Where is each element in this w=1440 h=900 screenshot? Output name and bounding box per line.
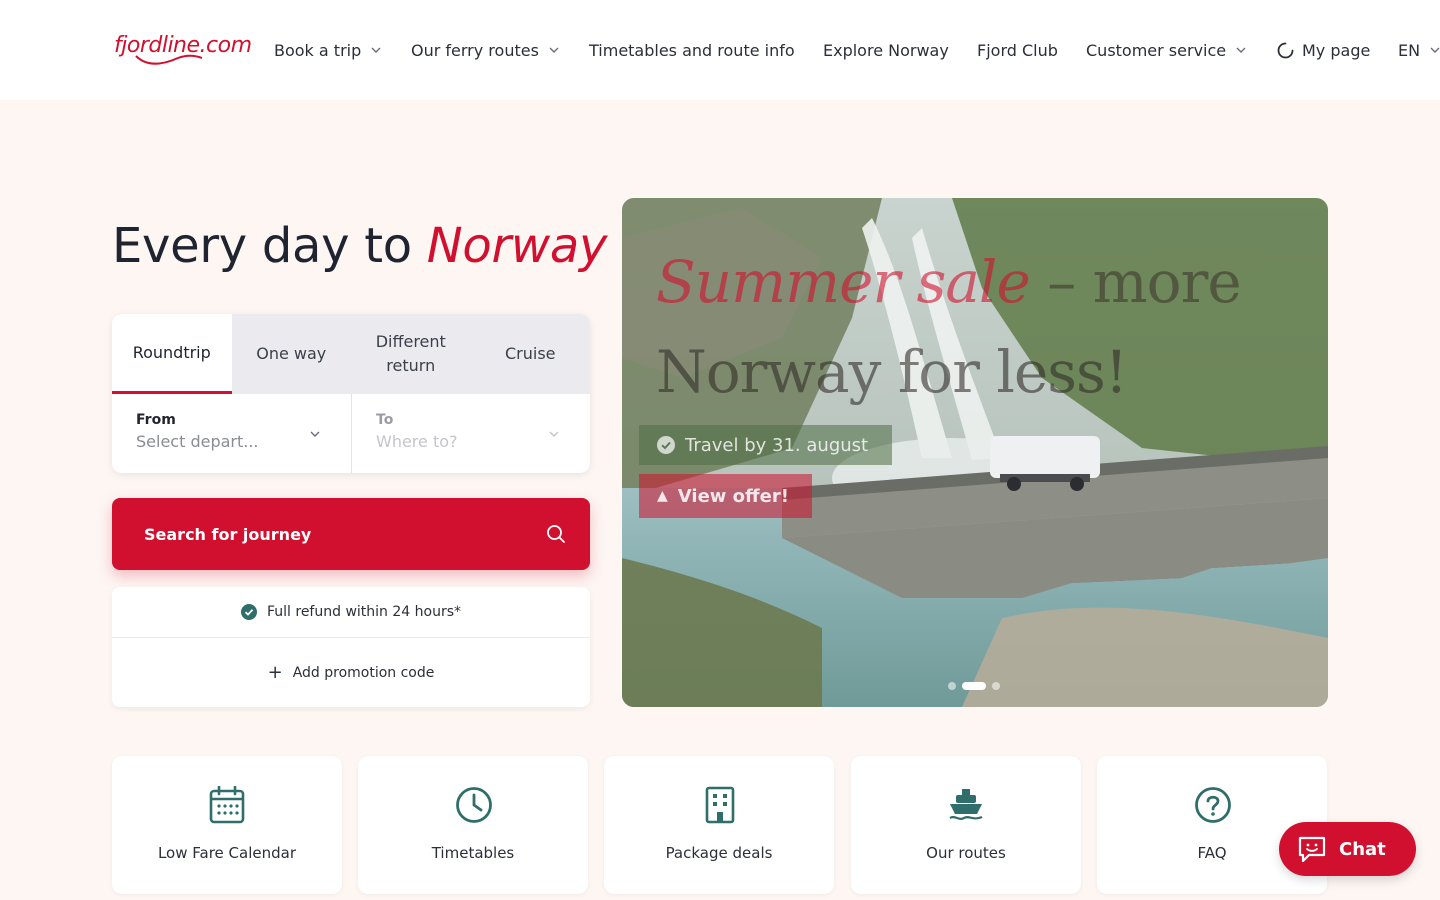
building-icon xyxy=(705,786,735,824)
add-promo-code-button[interactable]: + Add promotion code xyxy=(112,639,590,707)
language-label: EN xyxy=(1398,40,1421,60)
quick-link-package-deals[interactable]: Package deals xyxy=(604,756,834,894)
quick-link-our-routes[interactable]: Our routes xyxy=(851,756,1081,894)
nav-timetables[interactable]: Timetables and route info xyxy=(589,38,795,62)
loading-spinner-icon xyxy=(1277,42,1294,58)
refund-info: Full refund within 24 hours* xyxy=(112,587,590,638)
promo-title: Summer sale – more xyxy=(656,248,1242,316)
from-placeholder: Select depart... xyxy=(136,432,259,451)
quick-link-label: Timetables xyxy=(431,844,515,862)
booking-extras: Full refund within 24 hours* + Add promo… xyxy=(112,587,590,707)
hero-title-highlight: Norway xyxy=(426,218,608,274)
language-selector[interactable]: EN xyxy=(1398,38,1440,62)
chevron-down-icon xyxy=(1236,47,1246,53)
quick-link-low-fare-calendar[interactable]: Low Fare Calendar xyxy=(112,756,342,894)
nav-our-ferry-routes[interactable]: Our ferry routes xyxy=(411,38,559,62)
refund-text: Full refund within 24 hours* xyxy=(266,604,461,620)
clock-icon xyxy=(456,787,492,823)
tab-one-way[interactable]: One way xyxy=(232,314,352,394)
nav-fjord-club[interactable]: Fjord Club xyxy=(977,38,1058,62)
chevron-down-icon xyxy=(310,431,320,437)
chat-button[interactable]: Chat xyxy=(1279,822,1416,876)
promo-title-line2: Norway for less! xyxy=(656,338,1128,406)
nav-label: Explore Norway xyxy=(823,40,949,60)
chevron-down-icon xyxy=(549,431,559,437)
nav-label: Customer service xyxy=(1086,40,1227,60)
calendar-icon xyxy=(209,786,245,824)
nav-my-page[interactable]: My page xyxy=(1277,38,1370,62)
quick-link-label: Low Fare Calendar xyxy=(157,844,297,862)
logo-wave-icon xyxy=(135,54,203,65)
promo-title-highlight: Summer sale xyxy=(656,248,1031,316)
tab-different-return[interactable]: Different return xyxy=(351,314,471,394)
trip-type-tabs: Roundtrip One way Different return Cruis… xyxy=(112,314,590,394)
chat-label: Chat xyxy=(1339,838,1386,860)
to-placeholder: Where to? xyxy=(376,432,458,451)
my-page-label: My page xyxy=(1302,40,1371,60)
promo-banner[interactable]: Summer sale – more Norway for less! Trav… xyxy=(622,198,1328,707)
carousel-dots xyxy=(948,682,1000,690)
hero-title-prefix: Every day to xyxy=(112,218,427,274)
from-field[interactable]: From Select depart... xyxy=(112,394,351,473)
chevron-down-icon xyxy=(549,47,559,53)
chevron-down-icon xyxy=(1430,47,1440,53)
fjordline-logo[interactable]: fjordline.com xyxy=(114,30,264,70)
nav-label: Timetables and route info xyxy=(589,40,795,60)
search-button-label: Search for journey xyxy=(144,524,312,544)
search-journey-button[interactable]: Search for journey xyxy=(112,498,590,570)
quick-link-label: Package deals xyxy=(665,844,773,862)
nav-label: Book a trip xyxy=(274,40,362,60)
carousel-dot[interactable] xyxy=(992,682,1000,690)
question-icon xyxy=(1195,787,1231,823)
promo-badge: Travel by 31. august xyxy=(639,425,892,465)
car-icon: ▲ xyxy=(657,488,668,504)
to-field[interactable]: To Where to? xyxy=(351,394,590,473)
carousel-dot-active[interactable] xyxy=(962,682,986,690)
promo-title-rest: – more xyxy=(1029,248,1241,316)
view-offer-button[interactable]: ▲ View offer! xyxy=(639,474,812,518)
search-icon xyxy=(547,525,565,543)
booking-widget: Roundtrip One way Different return Cruis… xyxy=(112,314,590,473)
nav-book-a-trip[interactable]: Book a trip xyxy=(274,38,381,62)
site-header: fjordline.com Book a trip Our ferry rout… xyxy=(0,0,1440,100)
carousel-dot[interactable] xyxy=(948,682,956,690)
nav-customer-service[interactable]: Customer service xyxy=(1086,38,1246,62)
view-offer-label: View offer! xyxy=(677,485,789,507)
hero-title: Every day to Norway xyxy=(112,218,607,274)
nav-label: Fjord Club xyxy=(977,40,1058,60)
ship-icon xyxy=(949,789,983,820)
quick-link-timetables[interactable]: Timetables xyxy=(358,756,588,894)
check-circle-icon xyxy=(240,604,257,620)
chat-icon xyxy=(1298,836,1326,863)
tab-roundtrip[interactable]: Roundtrip xyxy=(112,314,232,394)
plus-icon: + xyxy=(267,662,283,683)
chevron-down-icon xyxy=(371,47,381,53)
check-circle-icon xyxy=(657,436,675,454)
tab-cruise[interactable]: Cruise xyxy=(471,314,591,394)
from-label: From xyxy=(136,412,176,428)
to-label: To xyxy=(376,412,394,428)
promo-badge-text: Travel by 31. august xyxy=(685,434,869,456)
nav-label: Our ferry routes xyxy=(411,40,539,60)
quick-link-label: Our routes xyxy=(926,844,1006,862)
nav-explore-norway[interactable]: Explore Norway xyxy=(823,38,949,62)
promo-text: Add promotion code xyxy=(292,665,435,681)
